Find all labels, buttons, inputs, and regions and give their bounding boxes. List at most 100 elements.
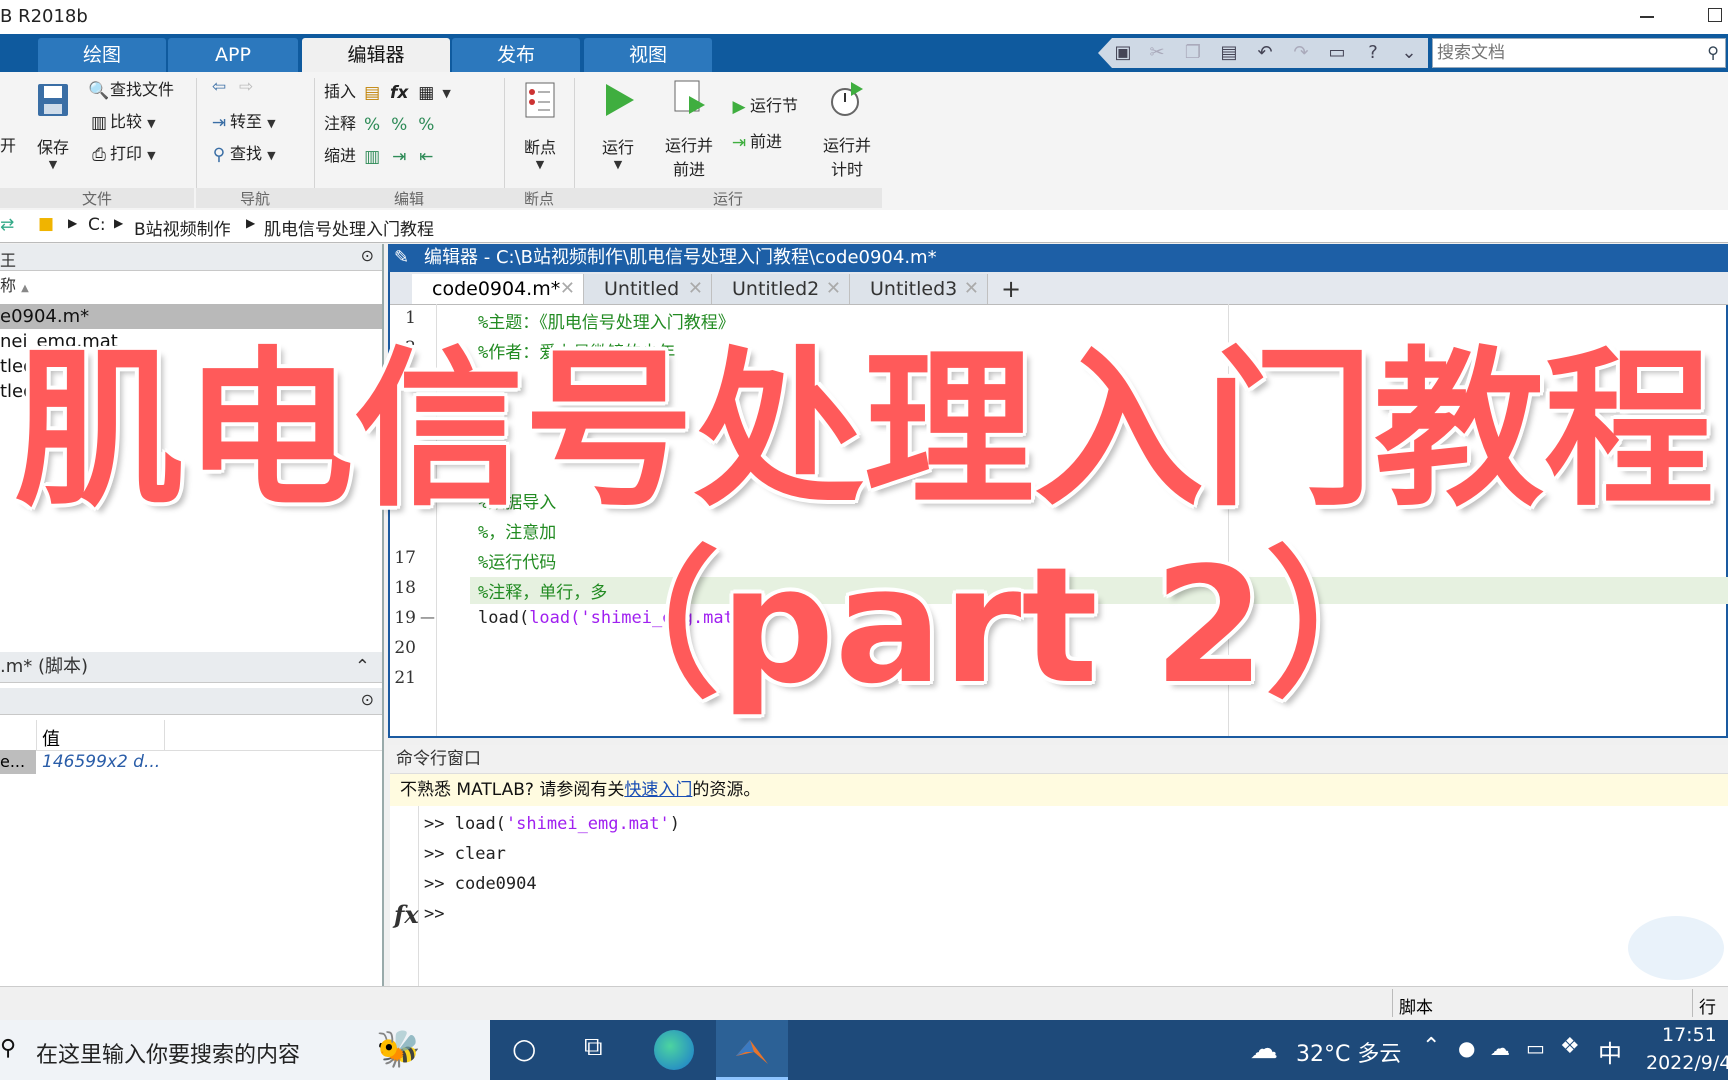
save-icon — [38, 84, 68, 116]
breadcrumb-arrow-icon: ▶ — [68, 216, 78, 230]
save-icon[interactable]: ▣ — [1112, 43, 1134, 63]
breadcrumb-folder1[interactable]: B站视频制作 — [134, 215, 231, 240]
add-tab-button[interactable]: + — [994, 274, 1028, 304]
run-and-advance-button[interactable]: 运行并 前进 — [660, 78, 718, 180]
command-prompt[interactable]: >> — [424, 904, 444, 924]
code-line[interactable]: %主题：《肌电信号处理入门教程》 — [478, 308, 735, 333]
run-advance-icon — [674, 80, 705, 114]
chevron-down-icon: ▼ — [442, 87, 451, 100]
editor-tab[interactable]: Untitled2 ✕ — [712, 274, 850, 304]
tray-chevron-up-icon[interactable]: ⌃ — [1422, 1034, 1440, 1059]
tab-publish[interactable]: 发布 — [452, 38, 580, 72]
comment-icon: % — [364, 114, 381, 135]
tab-editor[interactable]: 编辑器 — [302, 38, 450, 72]
search-input[interactable] — [1433, 39, 1689, 67]
prompt: >> — [424, 844, 445, 864]
panel-options-icon[interactable]: ⊙ — [361, 690, 374, 709]
breakpoints-button[interactable]: 断点 ▼ — [516, 80, 564, 171]
function-browser-icon[interactable]: fx — [394, 900, 419, 929]
panel-options-icon[interactable]: ⊙ — [361, 246, 374, 265]
status-mode: 脚本 — [1399, 998, 1433, 1018]
run-and-time-button[interactable]: 运行并 计时 — [818, 78, 876, 180]
code-line[interactable]: %运行代码 — [478, 548, 556, 573]
browse-folder-icon[interactable]: ⇄ — [0, 215, 14, 235]
group-label-breakpoints: 断点 — [504, 188, 574, 208]
status-row-cell: 行 — [1692, 989, 1728, 1018]
task-view-icon[interactable]: ⧉ — [584, 1032, 603, 1063]
save-button[interactable]: 保存 ▼ — [30, 80, 76, 171]
indent-button[interactable]: 缩进 ▥ ⇥ ⇤ — [324, 142, 437, 167]
switch-windows-icon[interactable]: ▭ — [1326, 43, 1348, 63]
clock-date[interactable]: 2022/9/4 — [1646, 1052, 1728, 1074]
ime-indicator[interactable]: 中 — [1598, 1034, 1622, 1069]
search-docs: ⚲ — [1432, 38, 1726, 68]
compare-button[interactable]: ▥ 比较 ▼ — [88, 108, 156, 133]
find-files-button[interactable]: 🔍查找文件 — [88, 76, 174, 101]
run-button[interactable]: 运行 ▼ — [594, 80, 642, 171]
tab-apps[interactable]: APP — [168, 38, 298, 72]
editor-tab[interactable]: Untitled ✕ — [584, 274, 712, 304]
insert-label: 插入 — [324, 82, 357, 101]
details-header[interactable]: .m* (脚本) ⌃ — [0, 652, 382, 683]
nav-back-forward[interactable]: ⇦ ⇨ — [208, 76, 257, 97]
fx-icon: fx — [390, 82, 409, 103]
file-row[interactable]: e0904.m* — [0, 304, 382, 329]
compare-label: 比较 — [110, 112, 143, 131]
restore-button[interactable] — [1708, 8, 1722, 22]
tab-plots[interactable]: 绘图 — [38, 38, 166, 72]
breadcrumb-arrow-icon: ▶ — [246, 216, 256, 230]
redo-icon[interactable]: ↷ — [1290, 43, 1312, 63]
wrap-comments-icon: % — [418, 114, 435, 135]
chevron-up-icon[interactable]: ⌃ — [355, 652, 370, 682]
editor-tab[interactable]: Untitled3 ✕ — [850, 274, 988, 304]
cut-icon[interactable]: ✂ — [1146, 43, 1168, 63]
panel-title: 王 — [0, 251, 17, 270]
paste-icon[interactable]: ▤ — [1218, 43, 1240, 63]
edge-icon[interactable] — [654, 1030, 694, 1070]
close-icon[interactable]: ✕ — [560, 274, 575, 304]
chevron-down-icon[interactable]: ⌄ — [1398, 43, 1420, 63]
search-icon[interactable]: ⚲ — [1707, 43, 1719, 62]
close-icon[interactable]: ✕ — [688, 274, 703, 304]
notice-suffix: 的资源。 — [692, 780, 761, 800]
advance-button[interactable]: ⇥ 前进 — [728, 128, 782, 153]
cloud-sync-icon[interactable]: ☁ — [1490, 1036, 1510, 1060]
back-arrow-icon: ⇦ — [211, 76, 227, 97]
close-icon[interactable]: ✕ — [826, 274, 841, 304]
column-name-header[interactable]: 称 ▲ — [0, 272, 29, 296]
command-history-line: >> clear — [424, 844, 506, 864]
getting-started-link[interactable]: 快速入门 — [624, 780, 692, 800]
breadcrumb-folder2[interactable]: 肌电信号处理入门教程 — [264, 215, 434, 240]
insert-button[interactable]: 插入 ▤ fx ▦ ▼ — [324, 78, 451, 103]
minimize-button[interactable] — [1640, 16, 1654, 18]
dropbox-icon[interactable]: ❖ — [1560, 1034, 1580, 1059]
matlab-taskbar-button[interactable] — [716, 1020, 788, 1080]
breadcrumb-drive[interactable]: C: — [88, 215, 106, 235]
task-view-circle-icon[interactable]: ○ — [512, 1032, 536, 1065]
prompt: >> — [424, 814, 445, 834]
workspace-var-name[interactable]: e... — [0, 750, 36, 774]
qq-icon[interactable]: ● — [1458, 1036, 1475, 1060]
weather-text[interactable]: 32°C 多云 — [1296, 1036, 1401, 1068]
clock-time[interactable]: 17:51 — [1662, 1024, 1717, 1046]
breakpoint-dash[interactable]: — — [420, 608, 435, 626]
help-icon[interactable]: ? — [1362, 43, 1384, 63]
undo-icon[interactable]: ↶ — [1254, 43, 1276, 63]
tab-view[interactable]: 视图 — [584, 38, 712, 72]
close-icon[interactable]: ✕ — [964, 274, 979, 304]
uncomment-icon: % — [391, 114, 408, 135]
find-button[interactable]: ⚲ 查找 ▼ — [208, 140, 276, 165]
comment-button[interactable]: 注释 % % % — [324, 110, 437, 135]
prompt: >> — [424, 874, 445, 894]
chevron-down-icon: ▼ — [147, 149, 156, 162]
goto-button[interactable]: ⇥ 转至 ▼ — [208, 108, 276, 133]
print-button[interactable]: ⎙ 打印 ▼ — [88, 140, 156, 165]
column-value-header[interactable]: 值 — [42, 725, 60, 751]
open-button-partial[interactable]: 开 — [0, 132, 16, 156]
editor-tab[interactable]: code0904.m* ✕ — [412, 274, 584, 304]
run-section-button[interactable]: ▶ 运行节 — [728, 92, 798, 117]
taskbar-search-box[interactable]: ⚲ 在这里输入你要搜索的内容 🐝 — [0, 1020, 490, 1080]
copy-icon[interactable]: ❐ — [1182, 43, 1204, 63]
battery-icon[interactable]: ▭ — [1526, 1036, 1545, 1060]
column-name-label: 称 — [0, 276, 17, 295]
